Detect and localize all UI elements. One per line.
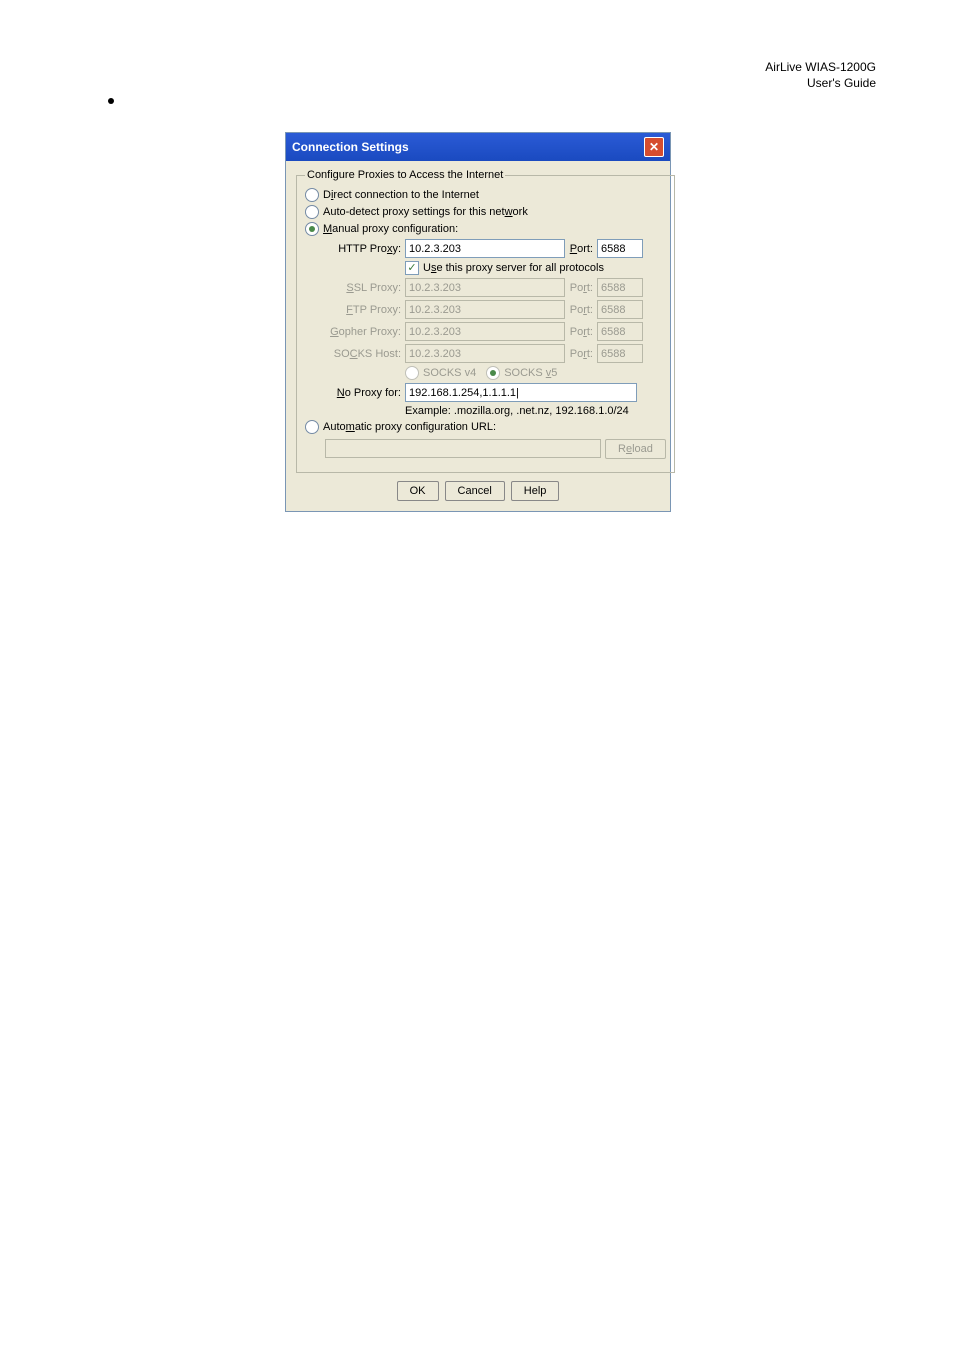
port-label: Port: (569, 282, 593, 294)
cancel-button[interactable]: Cancel (445, 481, 505, 501)
radio-icon (486, 366, 500, 380)
radio-icon (405, 366, 419, 380)
checkbox-icon: ✓ (405, 261, 419, 275)
radio-icon (305, 205, 319, 219)
ssl-proxy-row: SSL Proxy: Port: (325, 278, 666, 297)
close-icon[interactable]: ✕ (644, 137, 664, 157)
http-proxy-row: HTTP Proxy: Port: (325, 239, 666, 258)
port-label: Port: (569, 304, 593, 316)
gopher-proxy-row: Gopher Proxy: Port: (325, 322, 666, 341)
titlebar[interactable]: Connection Settings ✕ (286, 133, 670, 161)
radio-direct-label: Direct connection to the Internet (323, 189, 479, 201)
port-label: Port: (569, 348, 593, 360)
socks-label: SOCKS Host: (325, 348, 401, 360)
no-proxy-input[interactable] (405, 383, 637, 402)
radio-auto-label: Auto-detect proxy settings for this netw… (323, 206, 528, 218)
gopher-host-input (405, 322, 565, 341)
ftp-label: FTP Proxy: (325, 304, 401, 316)
radio-direct[interactable]: Direct connection to the Internet (305, 188, 666, 202)
header-product: AirLive WIAS-1200G (765, 60, 876, 76)
socks-host-row: SOCKS Host: Port: (325, 344, 666, 363)
socks-version-row: SOCKS v4 SOCKS v5 (405, 366, 666, 380)
ftp-proxy-row: FTP Proxy: Port: (325, 300, 666, 319)
http-host-input[interactable] (405, 239, 565, 258)
connection-settings-dialog: Connection Settings ✕ Configure Proxies … (285, 132, 671, 512)
help-button[interactable]: Help (511, 481, 560, 501)
radio-socks-v4: SOCKS v4 (405, 366, 476, 380)
fieldset-legend: Configure Proxies to Access the Internet (305, 169, 505, 181)
bullet-point (108, 98, 114, 104)
no-proxy-label: No Proxy for: (325, 387, 401, 399)
gopher-label: Gopher Proxy: (325, 326, 401, 338)
header-doc: User's Guide (765, 76, 876, 92)
radio-socks-v5: SOCKS v5 (486, 366, 557, 380)
radio-auto-url-label: Automatic proxy configuration URL: (323, 421, 496, 433)
gopher-port-input (597, 322, 643, 341)
radio-manual[interactable]: Manual proxy configuration: (305, 222, 666, 236)
reload-button: Reload (605, 439, 666, 459)
radio-auto-detect[interactable]: Auto-detect proxy settings for this netw… (305, 205, 666, 219)
dialog-buttons: OK Cancel Help (296, 481, 660, 501)
radio-icon (305, 188, 319, 202)
use-all-label: Use this proxy server for all protocols (423, 262, 604, 274)
socks-host-input (405, 344, 565, 363)
proxy-fieldset: Configure Proxies to Access the Internet… (296, 169, 675, 473)
radio-manual-label: Manual proxy configuration: (323, 223, 458, 235)
ftp-host-input (405, 300, 565, 319)
socks-port-input (597, 344, 643, 363)
http-port-input[interactable] (597, 239, 643, 258)
radio-icon (305, 222, 319, 236)
auto-url-row: Reload (305, 437, 666, 459)
ssl-label: SSL Proxy: (325, 282, 401, 294)
auto-url-input (325, 439, 601, 458)
port-label: Port: (569, 326, 593, 338)
http-label: HTTP Proxy: (325, 243, 401, 255)
ssl-port-input (597, 278, 643, 297)
dialog-title: Connection Settings (292, 140, 409, 154)
ftp-port-input (597, 300, 643, 319)
radio-icon (305, 420, 319, 434)
port-label: Port: (569, 243, 593, 255)
radio-auto-url[interactable]: Automatic proxy configuration URL: (305, 420, 666, 434)
example-text: Example: .mozilla.org, .net.nz, 192.168.… (405, 405, 666, 417)
ssl-host-input (405, 278, 565, 297)
no-proxy-row: No Proxy for: (325, 383, 666, 402)
ok-button[interactable]: OK (397, 481, 439, 501)
use-all-checkbox-row[interactable]: ✓ Use this proxy server for all protocol… (405, 261, 666, 275)
